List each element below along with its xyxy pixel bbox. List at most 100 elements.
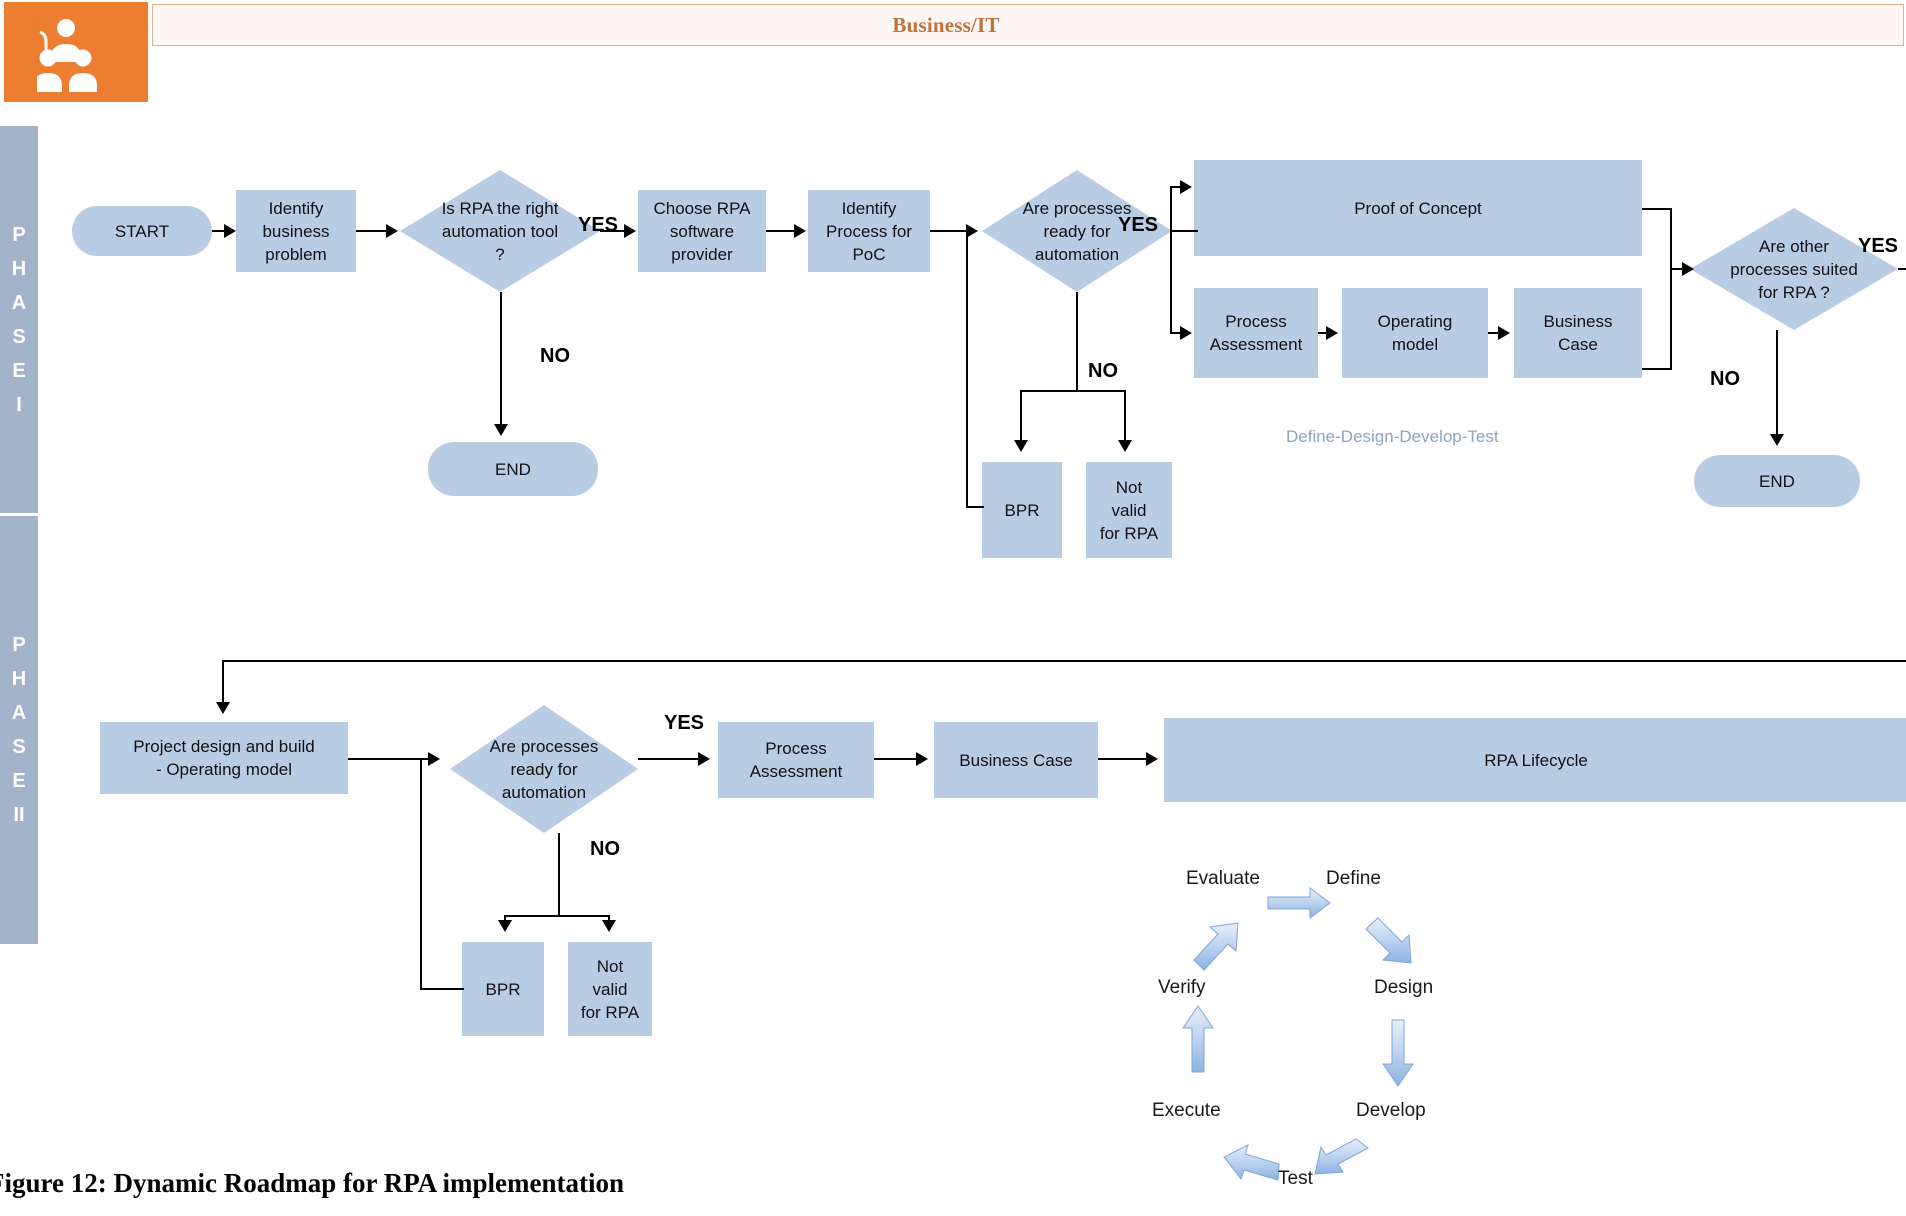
phase-letter: E <box>12 359 26 382</box>
node-identify-process-poc[interactable]: Identify Process for PoC <box>808 190 930 272</box>
arrow-head <box>1498 326 1510 340</box>
node-business-case-phase1[interactable]: Business Case <box>1514 288 1642 378</box>
arrow-evaluate-to-define <box>1267 887 1331 919</box>
figure-caption: Figure 12: Dynamic Roadmap for RPA imple… <box>0 1168 624 1198</box>
connector <box>420 988 464 990</box>
cycle-label-develop: Develop <box>1356 1100 1426 1121</box>
arrow-head <box>916 752 928 766</box>
rpa-lifecycle-cycle: Evaluate Define Design Develop Test Exec… <box>1130 868 1550 1210</box>
label-no-phase2: NO <box>590 838 620 860</box>
cycle-arrows <box>1182 887 1414 1181</box>
arrow-head <box>1682 262 1694 276</box>
arrow-test-to-execute <box>1223 1144 1280 1181</box>
node-bpr-phase2[interactable]: BPR <box>462 942 544 1036</box>
arrow-head <box>386 224 398 238</box>
connector <box>1170 186 1172 334</box>
connector <box>500 292 502 428</box>
arrow-head <box>1180 326 1192 340</box>
connector <box>1020 390 1022 442</box>
decision-other-processes-suited[interactable]: Are other processes suited for RPA ? <box>1690 208 1898 330</box>
connector <box>1098 758 1150 760</box>
arrow-head <box>1326 326 1338 340</box>
decision-label: Is RPA the right automation tool? <box>441 198 559 264</box>
label-no-3: NO <box>1710 368 1740 390</box>
connector <box>222 660 224 706</box>
connector <box>1020 390 1124 392</box>
node-rpa-lifecycle[interactable]: RPA Lifecycle <box>1164 718 1906 802</box>
label-define-design-develop-test: Define-Design-Develop-Test <box>1286 427 1499 446</box>
cycle-label-execute: Execute <box>1152 1100 1221 1121</box>
decision-processes-ready-phase2[interactable]: Are processes ready for automation <box>450 705 638 833</box>
label-yes-3: YES <box>1858 235 1899 257</box>
arrow-head <box>1770 434 1784 446</box>
connector <box>1776 330 1778 438</box>
arrow-verify-to-evaluate <box>1193 922 1239 971</box>
phase-letter: P <box>12 223 26 246</box>
node-business-case-phase2[interactable]: Business Case <box>934 722 1098 798</box>
connector <box>1076 292 1078 392</box>
node-proof-of-concept[interactable]: Proof of Concept <box>1194 160 1642 256</box>
phase-letter: H <box>11 668 27 690</box>
connector <box>966 232 968 508</box>
label-yes-phase2: YES <box>664 712 705 734</box>
arrow-head <box>1180 180 1192 194</box>
phase-letter: A <box>11 702 27 724</box>
node-bpr-phase1[interactable]: BPR <box>982 462 1062 558</box>
phase-2-label: P H A S E II <box>0 516 38 944</box>
decision-is-rpa-right-tool[interactable]: Is RPA the right automation tool? <box>400 170 600 292</box>
connector <box>1124 390 1126 442</box>
arrow-head <box>216 702 230 714</box>
node-not-valid-for-rpa-phase2[interactable]: Not valid for RPA <box>568 942 652 1036</box>
node-project-design-build[interactable]: Project design and build - Operating mode… <box>100 722 348 794</box>
label-no-2: NO <box>1088 360 1118 382</box>
connector <box>966 506 984 508</box>
people-group-icon <box>4 2 148 102</box>
phase-letter: S <box>12 325 26 348</box>
arrow-head <box>498 920 512 932</box>
node-start[interactable]: START <box>72 206 212 256</box>
connector <box>420 758 422 990</box>
decision-label: Are other processes suited for RPA ? <box>1730 236 1858 302</box>
node-end-phase1-b[interactable]: END <box>1694 455 1860 507</box>
arrow-head <box>494 424 508 436</box>
cycle-label-verify: Verify <box>1158 977 1206 998</box>
arrow-head <box>698 752 710 766</box>
connector <box>966 230 972 232</box>
node-process-assessment-phase2[interactable]: Process Assessment <box>718 722 874 798</box>
node-operating-model[interactable]: Operating model <box>1342 288 1488 378</box>
node-end-phase1-a[interactable]: END <box>428 442 598 496</box>
connector <box>930 230 970 232</box>
arrow-design-to-develop <box>1382 1019 1414 1087</box>
cycle-label-design: Design <box>1374 977 1434 998</box>
node-not-valid-for-rpa-phase1[interactable]: Not valid for RPA <box>1086 462 1172 558</box>
arrow-develop-to-test <box>1314 1138 1369 1175</box>
connector <box>558 833 560 917</box>
phase-letter: II <box>13 804 25 826</box>
page-title: Business/IT <box>892 12 1000 37</box>
diagram-canvas: Business/IT P H A S E I P H A S E II STA… <box>0 0 1906 1216</box>
connector <box>222 660 1906 662</box>
connector <box>1898 268 1906 270</box>
phase-letter: I <box>16 393 22 416</box>
arrow-head <box>794 224 806 238</box>
label-no-1: NO <box>540 345 570 367</box>
phase-letter: E <box>12 770 26 792</box>
decision-label: Are processes ready for automation <box>489 736 599 802</box>
node-process-assessment-phase1[interactable]: Process Assessment <box>1194 288 1318 378</box>
node-choose-rpa-provider[interactable]: Choose RPA software provider <box>638 190 766 272</box>
cycle-label-evaluate: Evaluate <box>1186 868 1260 889</box>
connector <box>766 230 796 232</box>
connector <box>1172 230 1198 232</box>
arrow-head <box>1118 440 1132 452</box>
phase-1-label: P H A S E I <box>0 126 38 513</box>
connector <box>356 230 388 232</box>
phase-letter: H <box>11 257 27 280</box>
connector <box>1642 208 1672 210</box>
phase-letter: P <box>12 634 26 656</box>
arrow-head <box>624 224 636 238</box>
node-identify-business-problem[interactable]: Identify business problem <box>236 190 356 272</box>
arrow-head <box>1014 440 1028 452</box>
label-yes-1: YES <box>578 214 619 236</box>
connector <box>638 758 702 760</box>
connector <box>874 758 920 760</box>
